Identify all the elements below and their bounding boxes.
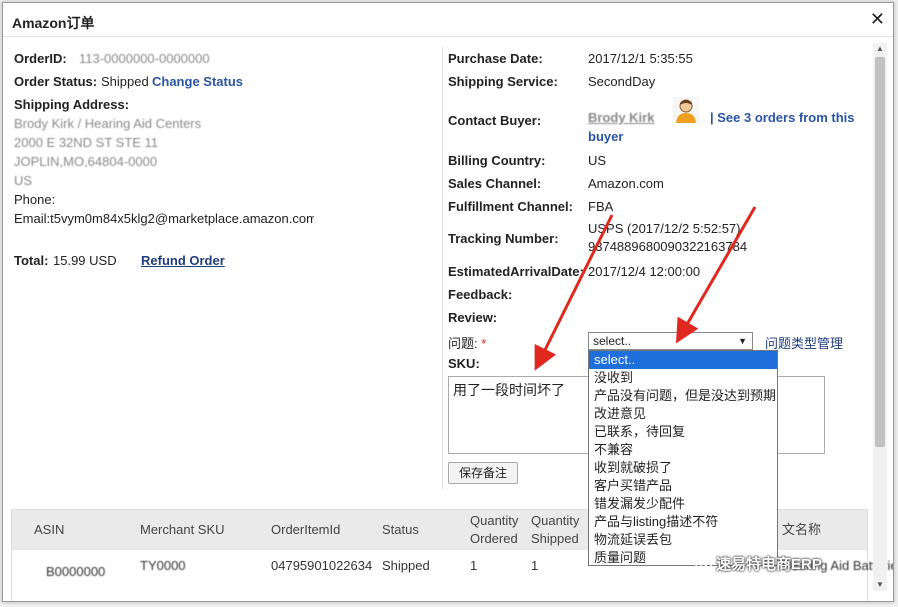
dialog-titlebar: Amazon订单 ✕ [3,3,893,37]
address-line-4: US [14,173,33,188]
issue-select-value: select.. [593,334,632,348]
col-quantity-ordered-1: Quantity [470,513,519,528]
dialog-title: Amazon订单 [12,15,95,31]
dropdown-option[interactable]: 收到就破损了 [589,459,777,477]
order-id-label: OrderID: [14,51,67,66]
email-line: Email:t5vym0m84x5klg2@marketplace.amazon… [14,211,314,226]
total-label: Total: [14,253,49,268]
tracking-line-1: USPS (2017/12/2 5:52:57) [588,221,741,236]
tracking-label: Tracking Number: [448,231,559,246]
feedback-label: Feedback: [448,287,513,302]
review-label: Review: [448,310,498,325]
issue-select[interactable]: select.. ▼ [588,332,753,350]
buyer-avatar-icon [673,97,699,123]
billing-country-value: US [588,153,607,168]
address-line-1: Brody Kirk / Hearing Aid Centers [14,116,202,131]
dropdown-option[interactable]: 产品与listing描述不符 [589,513,777,531]
dropdown-option[interactable]: 错发漏发少配件 [589,495,777,513]
order-status-value: Shipped [101,74,149,89]
cell-order-item-id: 04795901022634 [271,558,373,573]
dropdown-option[interactable]: 没收到 [589,369,777,387]
dropdown-option[interactable]: select.. [589,351,777,369]
save-note-button[interactable]: 保存备注 [448,462,518,484]
chevron-down-icon: ▼ [738,336,747,346]
col-quantity-shipped-2: Shipped [531,531,579,546]
total-value: 15.99 USD [53,253,117,268]
col-quantity-shipped-1: Quantity [531,513,580,528]
issue-dropdown-list: select.. 没收到 产品没有问题，但是没达到预期 改进意见 已联系，待回复… [588,350,778,566]
eta-value: 2017/12/4 12:00:00 [588,264,701,279]
col-order-item-id: OrderItemId [271,522,341,537]
cell-asin: B0000000 [46,564,106,579]
fulfillment-label: Fulfillment Channel: [448,199,573,214]
tracking-line-2: 9374889680090322163784 [588,239,748,254]
address-line-2: 2000 E 32ND ST STE 11 [14,135,159,150]
scroll-down-icon[interactable]: ▼ [873,579,887,591]
wechat-icon [694,555,712,571]
dropdown-option[interactable]: 客户买错产品 [589,477,777,495]
close-icon[interactable]: ✕ [870,9,885,30]
eta-label: EstimatedArrivalDate: [448,264,584,279]
shipping-service-label: Shipping Service: [448,74,558,89]
billing-country-label: Billing Country: [448,153,546,168]
col-item-name: 文名称 [782,522,822,537]
order-status-label: Order Status: [14,74,98,89]
sales-channel-label: Sales Channel: [448,176,542,191]
change-status-link[interactable]: Change Status [152,74,243,89]
purchase-date-label: Purchase Date: [448,51,543,66]
watermark-text: 速易特电商ERP [716,556,822,573]
shipping-service-value: SecondDay [588,74,656,89]
column-divider [442,47,443,489]
fulfillment-value: FBA [588,199,614,214]
cell-status: Shipped [382,558,430,573]
refund-order-link[interactable]: Refund Order [141,253,225,268]
cell-merchant-sku: TY0000 [140,558,186,573]
issue-label-text: 问题: [448,336,478,351]
dropdown-option[interactable]: 不兼容 [589,441,777,459]
col-quantity-ordered-2: Ordered [470,531,518,546]
cell-qty-ordered: 1 [470,558,478,573]
shipping-address-label: Shipping Address: [14,97,130,112]
phone-label: Phone: [14,192,56,207]
scroll-up-icon[interactable]: ▲ [873,43,887,55]
required-mark: * [481,336,487,351]
dropdown-option[interactable]: 产品没有问题，但是没达到预期 [589,387,777,405]
sales-channel-value: Amazon.com [588,176,664,191]
col-status: Status [382,522,419,537]
dropdown-option[interactable]: 物流延误丢包 [589,531,777,549]
purchase-date-value: 2017/12/1 5:35:55 [588,51,693,66]
see-orders-link[interactable]: | See 3 orders from this [710,110,855,125]
scrollbar-thumb[interactable] [875,57,885,447]
dropdown-option[interactable]: 已联系，待回复 [589,423,777,441]
see-orders-link-line2[interactable]: buyer [588,129,623,144]
order-id-value: 113-0000000-0000000 [79,51,210,66]
col-merchant-sku: Merchant SKU [140,522,225,537]
issue-label: 问题: * [448,333,486,352]
contact-buyer-label: Contact Buyer: [448,113,542,128]
vertical-scrollbar[interactable]: ▲ ▼ [873,43,887,591]
cell-qty-shipped: 1 [531,558,539,573]
sku-label: SKU: [448,356,480,371]
dropdown-option[interactable]: 改进意见 [589,405,777,423]
order-dialog: Amazon订单 ✕ OrderID: 113-0000000-0000000 … [2,2,894,602]
col-asin: ASIN [34,522,65,537]
buyer-name-link[interactable]: Brody Kirk [588,110,654,125]
address-line-3: JOPLIN,MO,64804-0000 [14,154,158,169]
